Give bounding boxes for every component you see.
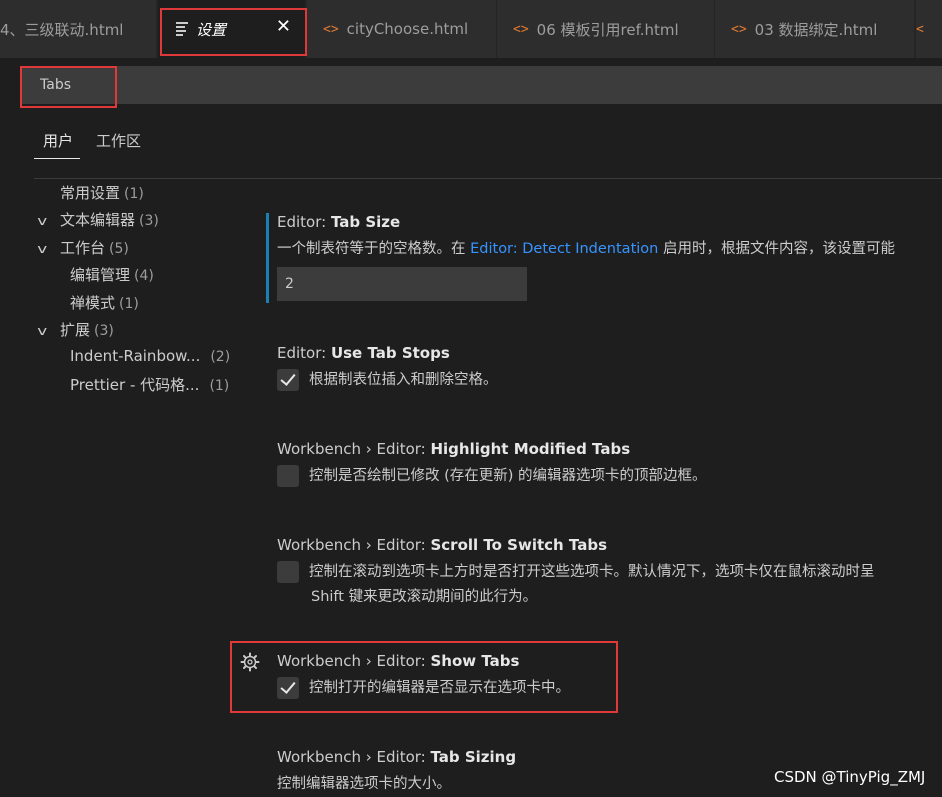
search-value: Tabs: [40, 77, 71, 93]
toc-item-common[interactable]: 常用设置 (1): [60, 182, 144, 203]
settings-scope-tabs: 用户 工作区: [34, 120, 942, 179]
tab-template-ref[interactable]: <> 06 模板引用ref.html: [497, 0, 715, 58]
toc-label: 工作台: [60, 239, 106, 257]
toc-count: (5): [109, 241, 129, 257]
tab-workspace[interactable]: 工作区: [96, 130, 141, 151]
toc-count: (4): [134, 268, 154, 284]
toc-label: Indent-Rainbow...: [70, 347, 201, 365]
chevron-down-icon: v: [37, 214, 48, 228]
toc-label: 常用设置: [60, 184, 121, 202]
tab-sanji-liandong[interactable]: 4、三级联动.html: [0, 0, 157, 58]
toc-item-editor-management[interactable]: 编辑管理 (4): [70, 264, 154, 285]
setting-title: Workbench › Editor: Show Tabs: [277, 652, 942, 670]
tab-label: 4、三级联动.html: [0, 20, 124, 39]
desc-text: 一个制表符等于的空格数。在: [277, 241, 471, 257]
editor-tab-bar: 4、三级联动.html 设置 ✕ <> cityChoose.html <> 0…: [0, 0, 942, 58]
desc-text: 根据制表位插入和删除空格。: [309, 372, 498, 388]
desc-text: 控制打开的编辑器是否显示在选项卡中。: [309, 680, 570, 696]
desc-text: 控制在滚动到选项卡上方时是否打开这些选项卡。默认情况下，选项卡仅在鼠标滚动时呈: [309, 564, 875, 580]
toc-label: 扩展: [60, 321, 91, 339]
setting-category: Workbench › Editor:: [277, 652, 431, 670]
setting-name: Show Tabs: [430, 652, 520, 670]
toc-label: Prettier - 代码格...: [70, 376, 200, 394]
chevron-down-icon: v: [37, 324, 48, 338]
toc-count: (1): [119, 296, 139, 312]
tab-label: cityChoose.html: [346, 20, 469, 38]
tab-settings[interactable]: 设置 ✕: [158, 0, 306, 58]
gear-icon[interactable]: [240, 652, 260, 672]
settings-lines-icon: [176, 20, 188, 39]
setting-highlight-modified-tabs: Workbench › Editor: Highlight Modified T…: [277, 440, 942, 487]
setting-show-tabs: Workbench › Editor: Show Tabs 控制打开的编辑器是否…: [277, 652, 942, 699]
watermark: CSDN @TinyPig_ZMJ: [774, 768, 926, 786]
tab-label: 设置: [196, 20, 227, 39]
highlight-modified-tabs-checkbox[interactable]: [277, 465, 299, 487]
setting-name: Highlight Modified Tabs: [430, 440, 631, 458]
tab-label: 03 数据绑定.html: [754, 20, 878, 39]
desc-text: 控制是否绘制已修改 (存在更新) 的编辑器选项卡的顶部边框。: [309, 468, 707, 484]
toc-label: 编辑管理: [70, 266, 131, 284]
use-tab-stops-checkbox[interactable]: [277, 369, 299, 391]
setting-description: 一个制表符等于的空格数。在 Editor: Detect Indentation…: [277, 237, 942, 258]
toc-count: (3): [139, 213, 159, 229]
focused-setting-indicator: [266, 213, 269, 303]
setting-description: 根据制表位插入和删除空格。: [277, 368, 942, 391]
tab-citychoose[interactable]: <> cityChoose.html: [307, 0, 497, 58]
tab-label: 06 模板引用ref.html: [536, 20, 679, 39]
toc-label: 文本编辑器: [60, 211, 136, 229]
setting-title: Workbench › Editor: Tab Sizing: [277, 748, 942, 766]
tab-size-value: 2: [285, 276, 294, 292]
detect-indentation-link[interactable]: Editor: Detect Indentation: [470, 241, 658, 257]
setting-name: Scroll To Switch Tabs: [430, 536, 608, 554]
tab-data-binding[interactable]: <> 03 数据绑定.html: [715, 0, 915, 58]
active-tab-underline: [34, 158, 80, 159]
setting-title: Workbench › Editor: Highlight Modified T…: [277, 440, 942, 458]
setting-description: 控制是否绘制已修改 (存在更新) 的编辑器选项卡的顶部边框。: [277, 464, 942, 487]
html-code-icon: <>: [513, 21, 529, 37]
chevron-down-icon: v: [37, 242, 48, 256]
setting-name: Tab Sizing: [430, 748, 517, 766]
setting-category: Workbench › Editor:: [277, 536, 431, 554]
setting-category: Workbench › Editor:: [277, 440, 431, 458]
setting-scroll-to-switch-tabs: Workbench › Editor: Scroll To Switch Tab…: [277, 536, 942, 606]
tab-size-input[interactable]: 2: [277, 267, 527, 301]
toc-count: (3): [94, 323, 114, 339]
setting-tab-size: Editor: Tab Size 一个制表符等于的空格数。在 Editor: D…: [277, 213, 942, 258]
show-tabs-checkbox[interactable]: [277, 677, 299, 699]
setting-description: 控制在滚动到选项卡上方时是否打开这些选项卡。默认情况下，选项卡仅在鼠标滚动时呈: [277, 560, 942, 583]
setting-description-cont: Shift 键来更改滚动期间的此行为。: [311, 589, 538, 605]
setting-title: Editor: Tab Size: [277, 213, 942, 231]
toc-item-extensions[interactable]: v 扩展 (3): [37, 319, 114, 340]
setting-description: 控制打开的编辑器是否显示在选项卡中。: [277, 676, 942, 699]
toc-label: 禅模式: [70, 294, 116, 312]
tab-overflow[interactable]: <: [916, 0, 942, 58]
setting-name: Use Tab Stops: [330, 344, 450, 362]
toc-count: (2): [210, 349, 231, 365]
html-code-icon: <: [916, 21, 924, 37]
toc-item-indent-rainbow[interactable]: Indent-Rainbow... (2): [70, 347, 230, 365]
toc-item-text-editor[interactable]: v 文本编辑器 (3): [37, 209, 159, 230]
toc-item-prettier[interactable]: Prettier - 代码格... (1): [70, 374, 229, 395]
setting-use-tab-stops: Editor: Use Tab Stops 根据制表位插入和删除空格。: [277, 344, 942, 391]
html-code-icon: <>: [731, 21, 747, 37]
setting-title: Workbench › Editor: Scroll To Switch Tab…: [277, 536, 942, 554]
html-code-icon: <>: [323, 21, 339, 37]
toc-count: (1): [209, 378, 230, 394]
desc-text: 启用时，根据文件内容，该设置可能: [658, 241, 895, 257]
close-icon[interactable]: ✕: [276, 16, 291, 37]
setting-category: Editor:: [277, 213, 331, 231]
setting-name: Tab Size: [330, 213, 401, 231]
toc-count: (1): [124, 186, 144, 202]
setting-category: Workbench › Editor:: [277, 748, 431, 766]
toc-item-workbench[interactable]: v 工作台 (5): [37, 237, 129, 258]
tab-user[interactable]: 用户: [43, 130, 73, 151]
setting-title: Editor: Use Tab Stops: [277, 344, 942, 362]
settings-search-input[interactable]: Tabs: [22, 66, 942, 104]
scroll-to-switch-tabs-checkbox[interactable]: [277, 561, 299, 583]
setting-category: Editor:: [277, 344, 331, 362]
toc-item-zen-mode[interactable]: 禅模式 (1): [70, 292, 139, 313]
